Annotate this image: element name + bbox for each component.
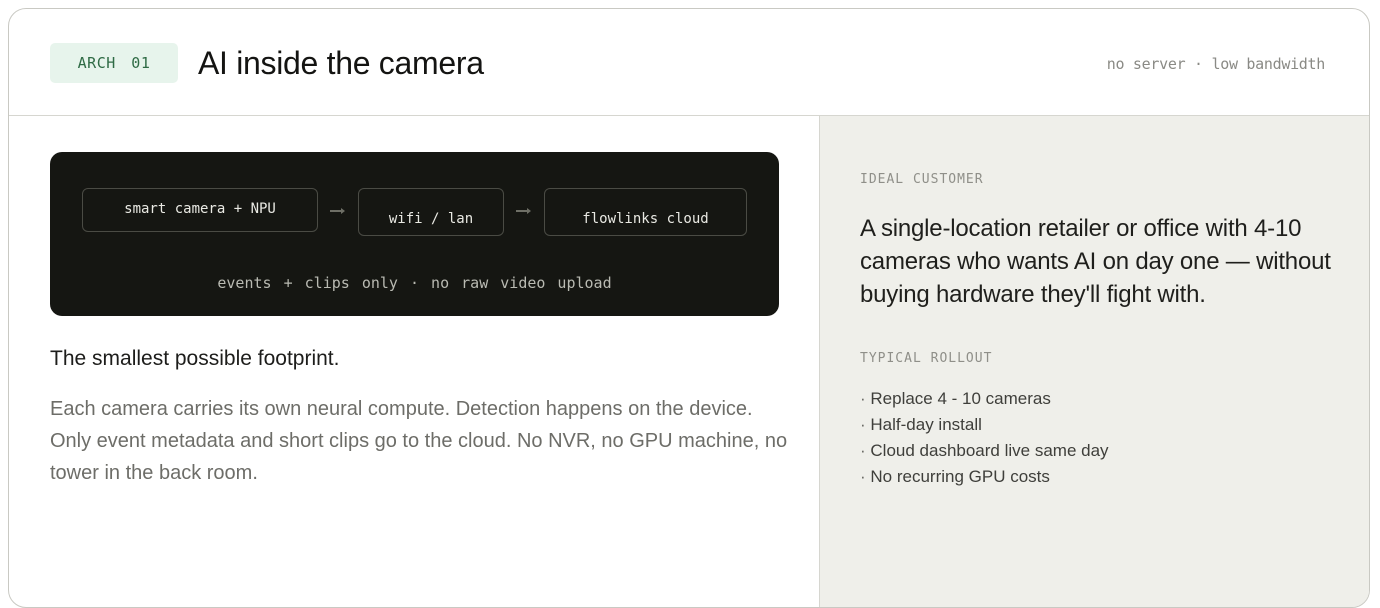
ideal-customer-label: IDEAL CUSTOMER (860, 172, 984, 187)
node-wifi-lan: wifi / lan (358, 188, 504, 236)
node-flowlinks-cloud: flowlinks cloud (544, 188, 747, 236)
arrow-icon (516, 208, 531, 214)
rollout-item: Cloud dashboard live same day (860, 438, 1108, 464)
section-headline: The smallest possible footprint. (50, 347, 340, 370)
node-label: flowlinks cloud (582, 211, 709, 227)
architecture-card: ARCH 01 AI inside the camera no server ·… (8, 8, 1370, 608)
architecture-diagram: smart camera + NPU wifi / lan flowlinks … (50, 152, 779, 316)
typical-rollout-label: TYPICAL ROLLOUT (860, 351, 993, 366)
ideal-customer-text: A single-location retailer or office wit… (860, 215, 1331, 308)
customer-panel: IDEAL CUSTOMER A single-location retaile… (819, 116, 1369, 607)
rollout-item: Half-day install (860, 412, 1109, 438)
card-header: ARCH 01 AI inside the camera no server ·… (9, 9, 1369, 116)
header-tagline: no server · low bandwidth (1106, 55, 1326, 73)
arch-badge: ARCH 01 (50, 43, 178, 83)
card-title: AI inside the camera (198, 45, 484, 81)
node-label: wifi / lan (388, 211, 474, 227)
rollout-list: Replace 4 - 10 cameras Half-day install … (860, 386, 1109, 490)
rollout-item: No recurring GPU costs (860, 464, 1109, 490)
node-label: smart camera + NPU (124, 201, 276, 217)
section-body: Each camera carries its own neural compu… (50, 398, 788, 484)
node-smart-camera: smart camera + NPU (82, 188, 318, 232)
arrow-icon (330, 208, 345, 214)
rollout-item: Replace 4 - 10 cameras (860, 386, 1109, 412)
diagram-caption: events + clips only · no raw video uploa… (217, 274, 612, 292)
